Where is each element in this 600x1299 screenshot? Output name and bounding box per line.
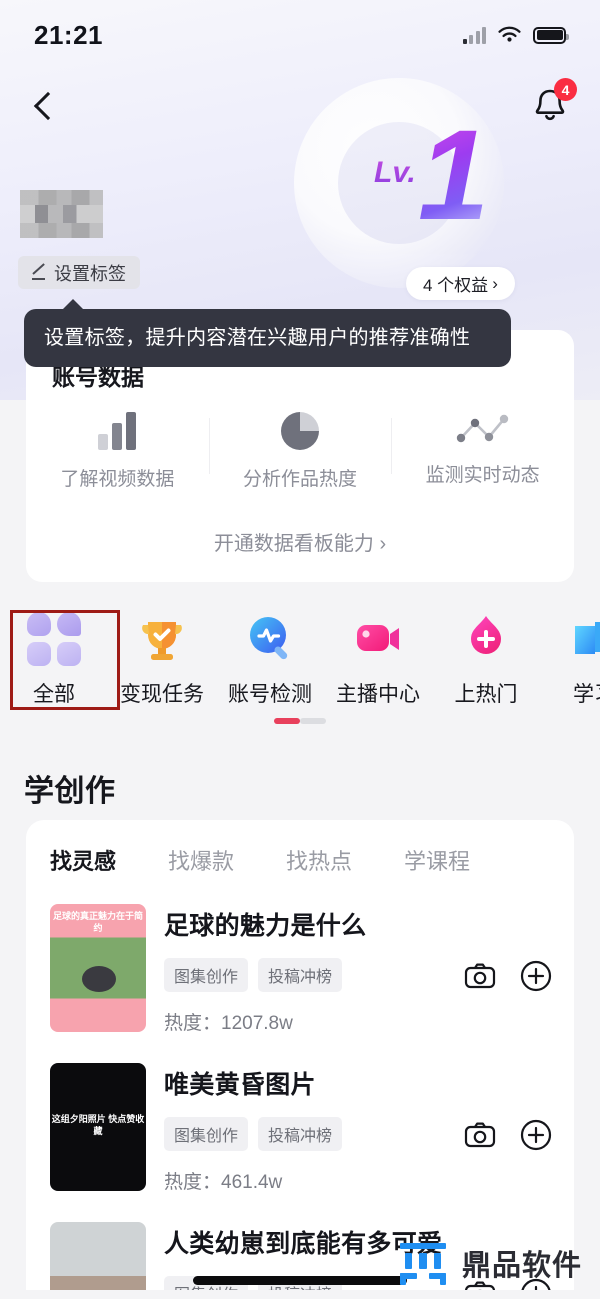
watermark-text: 鼎品软件 <box>461 1250 582 1282</box>
username-masked <box>20 190 103 238</box>
chevron-right-icon: › <box>379 533 387 555</box>
item-body: 唯美黄昏图片 图集创作 投稿冲榜 热度：461.4w <box>146 1063 464 1194</box>
quick-entry-label: 学习 <box>573 683 600 706</box>
feature-label: 监测实时动态 <box>425 465 540 486</box>
item-actions <box>464 1063 552 1151</box>
quick-entry-pager <box>0 718 600 724</box>
tab-inspiration[interactable]: 找灵感 <box>50 844 116 876</box>
item-tag: 图集创作 <box>164 958 249 992</box>
item-thumbnail: 这组夕阳照片 快点赞收藏 <box>50 1063 146 1191</box>
learn-tabs[interactable]: 找灵感 找爆款 找热点 学课程 <box>26 820 574 876</box>
level-badge: Lv. 1 <box>370 112 510 268</box>
battery-icon <box>533 26 569 44</box>
item-heat: 热度：1207.8w <box>164 1008 464 1035</box>
set-tag-label: 设置标签 <box>54 263 126 284</box>
pie-chart-icon <box>281 412 319 450</box>
item-tag: 投稿冲榜 <box>258 958 343 992</box>
list-item[interactable]: 这组夕阳照片 快点赞收藏 唯美黄昏图片 图集创作 投稿冲榜 热度：461.4w <box>26 1049 574 1208</box>
bar-chart-icon <box>98 412 137 450</box>
tab-hits[interactable]: 找爆款 <box>168 844 234 876</box>
set-tag-button[interactable]: 设置标签 <box>18 256 140 289</box>
item-heat-label: 热度： <box>164 1172 222 1193</box>
camera-icon[interactable] <box>464 960 496 992</box>
tab-hot-topics[interactable]: 找热点 <box>286 844 352 876</box>
status-bar-icons <box>462 26 569 44</box>
quick-entry-label: 变现任务 <box>120 683 204 706</box>
item-heat-label: 热度： <box>164 1013 222 1034</box>
item-thumbnail: 足球的真正魅力在于简约 <box>50 904 146 1032</box>
quick-entry-label: 全部 <box>33 683 75 706</box>
watermark: 鼎品软件 <box>396 1239 582 1287</box>
feature-realtime[interactable]: 监测实时动态 <box>391 412 574 491</box>
pager-dot-active <box>274 718 300 724</box>
quick-entry-label: 主播中心 <box>336 683 420 706</box>
quick-entry-row[interactable]: 全部 变现任务 账号检测 主播中心 上热门 学 <box>0 600 600 718</box>
camera-icon[interactable] <box>464 1119 496 1151</box>
home-indicator <box>193 1276 407 1285</box>
grid-all-icon <box>25 610 83 668</box>
study-icon <box>565 610 600 668</box>
item-tags: 图集创作 投稿冲榜 <box>164 958 464 992</box>
account-data-features: 了解视频数据 分析作品热度 监测实时动态 <box>26 412 574 491</box>
quick-entry-anchor-center[interactable]: 主播中心 <box>324 600 432 708</box>
learn-card: 找灵感 找爆款 找热点 学课程 足球的真正魅力在于简约 足球的魅力是什么 图集创… <box>26 820 574 1290</box>
status-bar-clock: 21:21 <box>34 19 103 50</box>
line-chart-icon <box>456 414 508 443</box>
quick-entry-monetize[interactable]: 变现任务 <box>108 600 216 708</box>
tab-courses[interactable]: 学课程 <box>404 844 470 876</box>
item-thumbnail <box>50 1222 146 1290</box>
quick-entry-all[interactable]: 全部 <box>0 600 108 708</box>
set-tag-tooltip: 设置标签，提升内容潜在兴趣用户的推荐准确性 <box>24 299 511 367</box>
feature-label: 了解视频数据 <box>60 469 175 490</box>
list-item[interactable]: 足球的真正魅力在于简约 足球的魅力是什么 图集创作 投稿冲榜 热度：1207.8… <box>26 890 574 1049</box>
item-tags: 图集创作 投稿冲榜 <box>164 1117 464 1151</box>
level-value-label: 1 <box>418 104 490 247</box>
feature-label: 分析作品热度 <box>243 469 358 490</box>
item-tag: 图集创作 <box>164 1117 249 1151</box>
notifications-badge: 4 <box>554 78 577 101</box>
item-heat-value: 1207.8w <box>221 1013 293 1034</box>
flame-plus-icon <box>457 610 515 668</box>
trophy-icon <box>133 610 191 668</box>
dingpin-logo-icon <box>399 1243 446 1285</box>
quick-entry-label: 上热门 <box>454 683 518 706</box>
account-data-card: 账号数据 了解视频数据 分析作品热度 监测实时动态 开通数据看板能力 › <box>26 330 574 582</box>
quick-entry-account-check[interactable]: 账号检测 <box>216 600 324 708</box>
plus-circle-icon[interactable] <box>520 960 552 992</box>
plus-circle-icon[interactable] <box>520 1119 552 1151</box>
wifi-icon <box>498 26 521 42</box>
item-thumbnail-caption: 这组夕阳照片 快点赞收藏 <box>51 1114 145 1137</box>
enable-dashboard-button[interactable]: 开通数据看板能力 › <box>26 527 574 556</box>
cellular-signal-icon <box>462 26 486 44</box>
level-prefix-label: Lv. <box>374 156 416 189</box>
item-heat-value: 461.4w <box>221 1172 283 1193</box>
quick-entry-trending[interactable]: 上热门 <box>432 600 540 708</box>
back-button[interactable] <box>26 86 68 128</box>
magnifier-pulse-icon <box>241 610 299 668</box>
feature-work-heat[interactable]: 分析作品热度 <box>208 412 392 491</box>
status-bar: 21:21 <box>0 0 600 70</box>
enable-dashboard-label: 开通数据看板能力 <box>213 533 374 555</box>
learn-list: 足球的真正魅力在于简约 足球的魅力是什么 图集创作 投稿冲榜 热度：1207.8… <box>26 890 574 1290</box>
video-camera-icon <box>349 610 407 668</box>
notifications-button[interactable]: 4 <box>526 78 577 130</box>
pencil-icon <box>32 265 47 280</box>
quick-entry-study[interactable]: 学习 <box>540 600 600 708</box>
chevron-right-icon: › <box>492 273 498 293</box>
quick-entry-label: 账号检测 <box>228 683 312 706</box>
phone-screen: 21:21 4 Lv. 1 4 个权益 › 设置标签 账号数据 了解视频数据 分… <box>0 0 600 1299</box>
rights-button[interactable]: 4 个权益 › <box>406 267 515 300</box>
item-body: 足球的魅力是什么 图集创作 投稿冲榜 热度：1207.8w <box>146 904 464 1035</box>
rights-label: 4 个权益 <box>423 276 489 295</box>
item-actions <box>464 904 552 992</box>
page-title: 学创作 <box>24 775 116 808</box>
feature-video-data[interactable]: 了解视频数据 <box>26 412 209 491</box>
item-heat: 热度：461.4w <box>164 1167 464 1194</box>
nav-bar: 4 <box>0 78 600 138</box>
item-title: 唯美黄昏图片 <box>164 1071 316 1099</box>
item-title: 足球的魅力是什么 <box>164 912 367 940</box>
item-thumbnail-caption: 足球的真正魅力在于简约 <box>52 911 143 934</box>
item-tag: 投稿冲榜 <box>258 1117 343 1151</box>
pager-dot <box>300 718 326 724</box>
